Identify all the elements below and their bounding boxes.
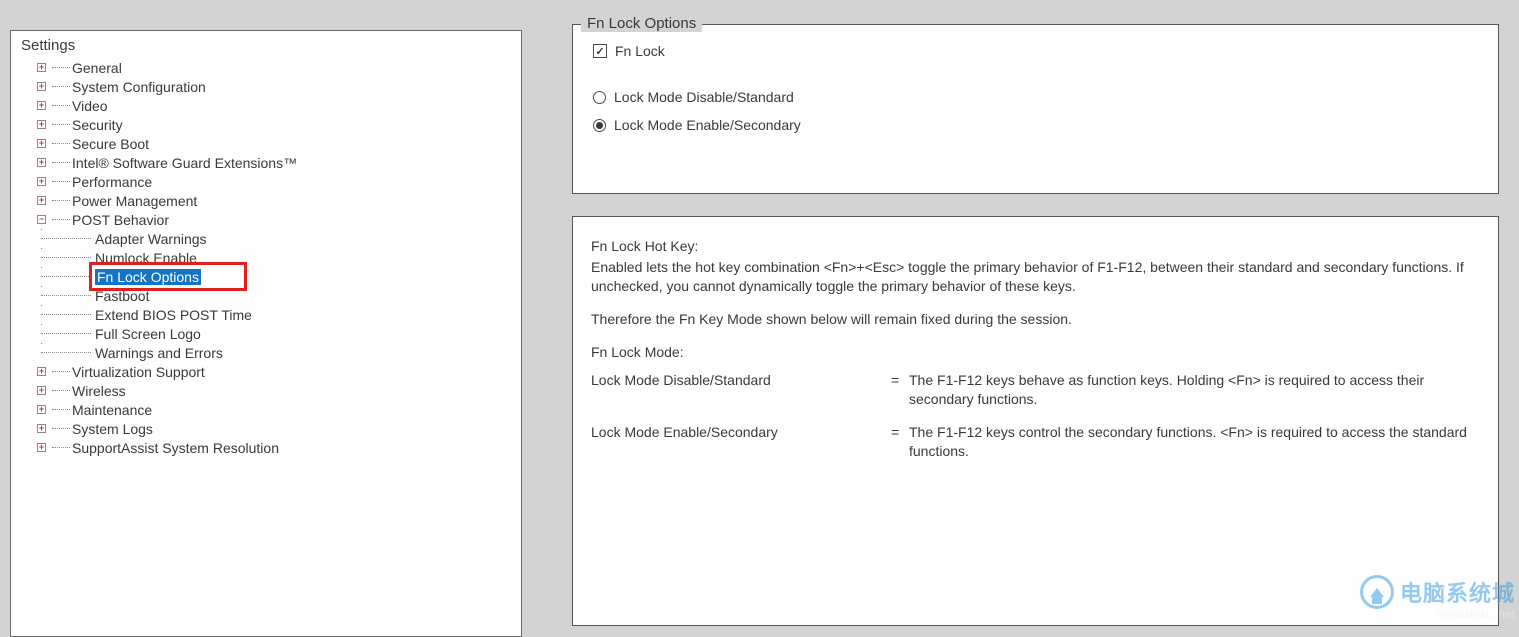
- radio-icon[interactable]: [593, 91, 606, 104]
- tree-item-label[interactable]: General: [72, 60, 122, 76]
- expand-icon[interactable]: +: [37, 177, 46, 186]
- tree-item[interactable]: + Intel® Software Guard Extensions™: [11, 153, 521, 172]
- expand-icon[interactable]: +: [37, 120, 46, 129]
- settings-tree-box: Settings + General + System Configuration + V…: [10, 30, 522, 637]
- tree-child-item[interactable]: Numlock Enable: [11, 248, 521, 267]
- fn-lock-options-fieldset: Fn Lock Options ✓ Fn Lock Lock Mode Disa…: [572, 24, 1499, 194]
- tree-child-label[interactable]: Fn Lock Options: [95, 269, 201, 285]
- hotkey-title: Fn Lock Hot Key:: [591, 237, 1480, 256]
- expand-icon[interactable]: +: [37, 367, 46, 376]
- expand-icon[interactable]: +: [37, 63, 46, 72]
- tree-item[interactable]: + Power Management: [11, 191, 521, 210]
- radio-label: Lock Mode Disable/Standard: [614, 89, 794, 105]
- radio-icon[interactable]: [593, 119, 606, 132]
- tree-child-item[interactable]: Fastboot: [11, 286, 521, 305]
- tree-item[interactable]: + General: [11, 58, 521, 77]
- radio-disable-standard[interactable]: Lock Mode Disable/Standard: [593, 89, 1480, 105]
- details-panel: Fn Lock Options ✓ Fn Lock Lock Mode Disa…: [552, 0, 1519, 625]
- collapse-icon[interactable]: −: [37, 215, 46, 224]
- checkbox-icon[interactable]: ✓: [593, 44, 607, 58]
- tree-child-item[interactable]: Warnings and Errors: [11, 343, 521, 362]
- tree-item[interactable]: + Secure Boot: [11, 134, 521, 153]
- tree-item-label[interactable]: Virtualization Support: [72, 364, 205, 380]
- tree-item[interactable]: + System Logs: [11, 419, 521, 438]
- tree-child-item[interactable]: Full Screen Logo: [11, 324, 521, 343]
- tree-item-label[interactable]: System Configuration: [72, 79, 206, 95]
- tree-item[interactable]: − POST Behavior: [11, 210, 521, 229]
- fn-lock-checkbox-label: Fn Lock: [615, 43, 665, 59]
- mode-title: Fn Lock Mode:: [591, 343, 1480, 362]
- mode-row-desc: The F1-F12 keys control the secondary fu…: [909, 423, 1480, 461]
- radio-label: Lock Mode Enable/Secondary: [614, 117, 801, 133]
- expand-icon[interactable]: +: [37, 443, 46, 452]
- tree-item-label[interactable]: Secure Boot: [72, 136, 149, 152]
- expand-icon[interactable]: +: [37, 101, 46, 110]
- fieldset-legend: Fn Lock Options: [581, 15, 702, 32]
- expand-icon[interactable]: +: [37, 158, 46, 167]
- description-fieldset: Fn Lock Hot Key: Enabled lets the hot ke…: [572, 216, 1499, 626]
- tree-item[interactable]: + Maintenance: [11, 400, 521, 419]
- tree-item[interactable]: + Security: [11, 115, 521, 134]
- therefore-para: Therefore the Fn Key Mode shown below wi…: [591, 310, 1480, 329]
- hotkey-para: Enabled lets the hot key combination <Fn…: [591, 258, 1480, 296]
- tree-child-label[interactable]: Numlock Enable: [95, 250, 197, 266]
- settings-tree-panel: Settings + General + System Configuration + V…: [0, 0, 552, 625]
- tree-item[interactable]: + System Configuration: [11, 77, 521, 96]
- expand-icon[interactable]: +: [37, 386, 46, 395]
- tree-item-label[interactable]: Intel® Software Guard Extensions™: [72, 155, 297, 171]
- mode-row-label: Lock Mode Disable/Standard: [591, 371, 891, 409]
- tree-child-label[interactable]: Warnings and Errors: [95, 345, 223, 361]
- mode-row-eq: =: [891, 371, 909, 409]
- tree-child-item[interactable]: Extend BIOS POST Time: [11, 305, 521, 324]
- tree-child-item[interactable]: Fn Lock Options: [11, 267, 521, 286]
- mode-row-enable: Lock Mode Enable/Secondary = The F1-F12 …: [591, 423, 1480, 461]
- tree-item[interactable]: + Wireless: [11, 381, 521, 400]
- tree-item-label[interactable]: Wireless: [72, 383, 126, 399]
- expand-icon[interactable]: +: [37, 405, 46, 414]
- tree-child-label[interactable]: Fastboot: [95, 288, 149, 304]
- tree-item-label[interactable]: System Logs: [72, 421, 153, 437]
- expand-icon[interactable]: +: [37, 139, 46, 148]
- mode-row-disable: Lock Mode Disable/Standard = The F1-F12 …: [591, 371, 1480, 409]
- settings-tree: + General + System Configuration + Video + Secu…: [11, 58, 521, 457]
- tree-item[interactable]: + SupportAssist System Resolution: [11, 438, 521, 457]
- mode-row-desc: The F1-F12 keys behave as function keys.…: [909, 371, 1480, 409]
- tree-root-label: Settings: [11, 31, 521, 58]
- tree-item[interactable]: + Virtualization Support: [11, 362, 521, 381]
- expand-icon[interactable]: +: [37, 82, 46, 91]
- tree-child-label[interactable]: Adapter Warnings: [95, 231, 207, 247]
- tree-item-label[interactable]: POST Behavior: [72, 212, 169, 228]
- tree-item[interactable]: + Performance: [11, 172, 521, 191]
- fn-lock-checkbox-row[interactable]: ✓ Fn Lock: [593, 43, 1480, 59]
- tree-item-label[interactable]: Maintenance: [72, 402, 152, 418]
- tree-item-label[interactable]: Video: [72, 98, 108, 114]
- mode-row-label: Lock Mode Enable/Secondary: [591, 423, 891, 461]
- expand-icon[interactable]: +: [37, 424, 46, 433]
- tree-item-label[interactable]: Performance: [72, 174, 152, 190]
- tree-child-item[interactable]: Adapter Warnings: [11, 229, 521, 248]
- tree-item-label[interactable]: Power Management: [72, 193, 197, 209]
- tree-item-label[interactable]: Security: [72, 117, 123, 133]
- tree-item[interactable]: + Video: [11, 96, 521, 115]
- radio-enable-secondary[interactable]: Lock Mode Enable/Secondary: [593, 117, 1480, 133]
- tree-item-label[interactable]: SupportAssist System Resolution: [72, 440, 279, 456]
- expand-icon[interactable]: +: [37, 196, 46, 205]
- mode-row-eq: =: [891, 423, 909, 461]
- tree-child-label[interactable]: Extend BIOS POST Time: [95, 307, 252, 323]
- tree-child-label[interactable]: Full Screen Logo: [95, 326, 201, 342]
